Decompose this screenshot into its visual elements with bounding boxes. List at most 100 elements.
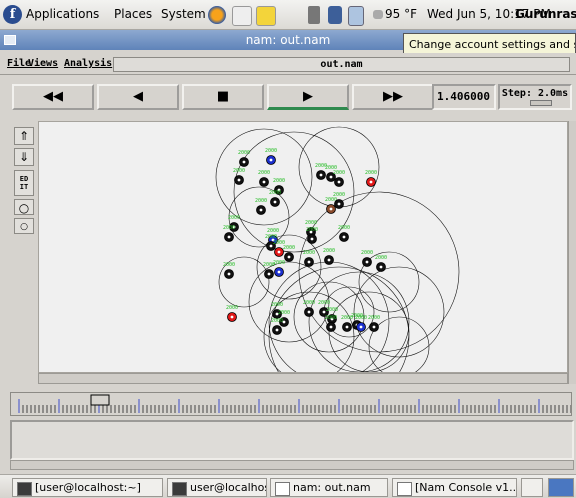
network-node-center [277,250,281,254]
views-menu[interactable]: Views [28,58,58,69]
node-label: 2000 [255,198,267,204]
node-label: 2000 [233,168,245,174]
zoom-out-icon[interactable]: ⇓ [14,148,34,166]
top-panel: f Applications Places System 95 °F Wed J… [0,0,576,30]
network-node-center [329,175,333,179]
fedora-logo-icon[interactable]: f [3,5,22,24]
horizontal-scrollbar[interactable] [38,373,568,384]
network-node-center [359,325,363,329]
task-label: [user@localhost:~] [35,481,141,494]
timeline[interactable] [10,392,576,416]
timeline-marker[interactable] [90,394,110,406]
node-label: 2000 [271,302,283,308]
task-label: user@localhost:~/... [190,481,266,494]
weather-icon [373,10,383,19]
network-node-center [237,178,241,182]
task-label: [Nam Console v1.... [415,481,517,494]
system-menu[interactable]: System [161,7,206,21]
tool-dot-icon[interactable]: ○ [14,218,34,234]
network-node-center [369,180,373,184]
analysis-menu[interactable]: Analysis [64,58,112,69]
node-label: 2000 [333,192,345,198]
terminal-icon [17,482,32,496]
node-label: 2000 [278,310,290,316]
network-node-center [372,325,376,329]
node-label: 2000 [333,170,345,176]
node-label: 2000 [368,315,380,321]
annotation-pane[interactable] [10,420,574,460]
window-icon [397,482,412,496]
time-display: 1.406000 [432,84,496,110]
node-label: 2000 [303,250,315,256]
step-back-button[interactable]: ◀ [97,84,179,110]
edit-button[interactable]: ED IT [14,170,34,196]
node-label: 2000 [326,307,338,313]
zoom-in-icon[interactable]: ⇑ [14,127,34,145]
notes-icon[interactable] [256,6,276,26]
volume-icon[interactable] [308,6,320,24]
network-node-center [262,180,266,184]
node-label: 2000 [269,190,281,196]
tooltip: Change account settings and status [403,33,576,55]
node-label: 2000 [305,220,317,226]
node-label: 2000 [365,170,377,176]
network-node-center [227,235,231,239]
filename-display: out.nam [113,57,570,72]
annotation-scrollbar[interactable] [10,460,574,470]
node-label: 2000 [265,148,277,154]
network-node-center [342,235,346,239]
network-node-center [327,258,331,262]
task-extra[interactable] [521,478,543,497]
network-node-center [307,310,311,314]
task-nam[interactable]: nam: out.nam [270,478,388,497]
vertical-scrollbar[interactable] [568,121,576,384]
user-name[interactable]: Gurunrasad [515,7,576,21]
task-terminal-2[interactable]: user@localhost:~/... [167,478,267,497]
network-node-center [310,237,314,241]
network-node-center [269,244,273,248]
workspace-switcher[interactable] [548,478,574,497]
weather-text[interactable]: 95 °F [385,7,417,21]
terminal-icon [172,482,187,496]
step-slider[interactable] [530,100,552,106]
broadcast-ring [248,261,330,343]
applications-menu[interactable]: Applications [26,7,99,21]
node-label: 2000 [226,305,238,311]
node-label: 2000 [223,225,235,231]
node-label: 2000 [323,248,335,254]
network-node-center [329,325,333,329]
node-label: 2000 [325,315,337,321]
firefox-icon[interactable] [208,6,226,24]
fast-forward-button[interactable]: ▶▶ [352,84,434,110]
node-label: 2000 [238,150,250,156]
task-nam-console[interactable]: [Nam Console v1.... [392,478,517,497]
network-node-center [379,265,383,269]
network-node-center [275,328,279,332]
task-terminal-1[interactable]: [user@localhost:~] [12,478,163,497]
tool-circle-icon[interactable]: ○ [14,199,34,215]
network-node-center [242,160,246,164]
task-label: nam: out.nam [293,481,371,494]
network-node-center [269,158,273,162]
broadcast-ring [268,266,410,408]
network-node-center [319,173,323,177]
network-node-center [365,260,369,264]
network-icon[interactable] [328,6,342,24]
stop-button[interactable]: ■ [182,84,264,110]
network-node-center [277,270,281,274]
mail-icon[interactable] [232,6,252,26]
places-menu[interactable]: Places [114,7,152,21]
node-label: 2000 [338,225,350,231]
node-label: 2000 [283,245,295,251]
node-label: 2000 [223,262,235,268]
node-label: 2000 [355,315,367,321]
network-node-center [230,315,234,319]
network-node-center [329,207,333,211]
node-label: 2000 [375,255,387,261]
rewind-button[interactable]: ◀◀ [12,84,94,110]
network-node-center [307,260,311,264]
updates-icon[interactable] [348,6,364,26]
network-canvas[interactable]: 2000 2000 2000 2000 2000 2000 2000 2000 2000 2000… [38,121,568,408]
play-button[interactable]: ▶ [267,84,349,110]
step-label: Step: 2.0ms [501,88,569,99]
